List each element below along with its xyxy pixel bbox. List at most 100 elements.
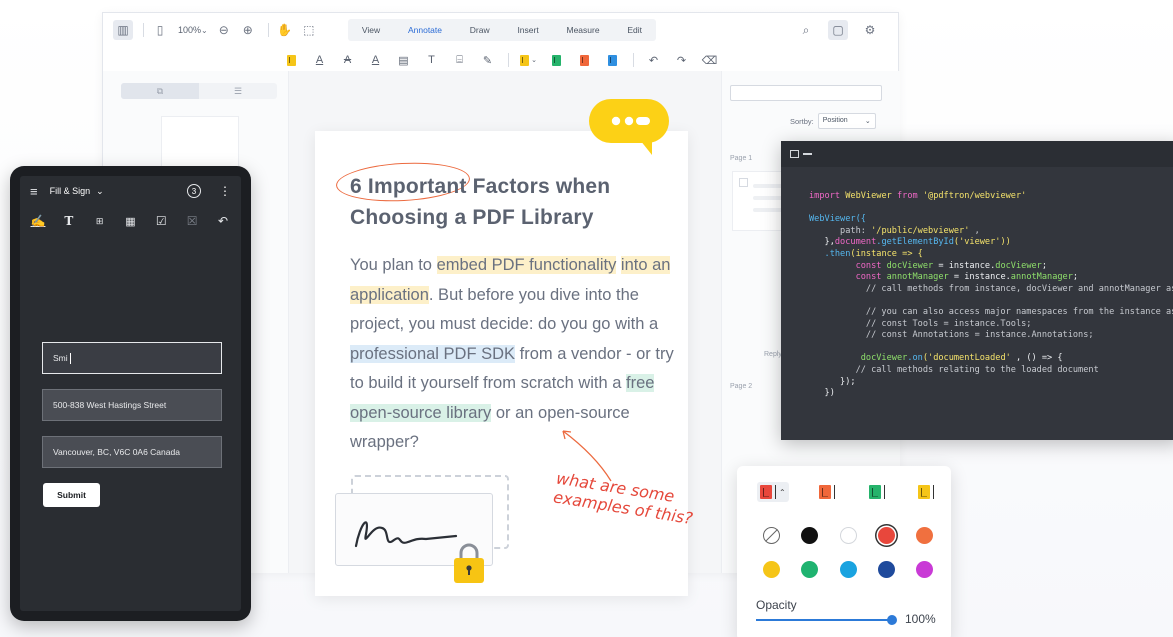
chevron-up-icon: ⌃ [779, 487, 786, 497]
mobile-toolbar: ✍ T ⊞ ▦ ☑ ☒ ↶ [20, 206, 241, 236]
code-token: WebViewer({ [809, 214, 866, 225]
swatch-black[interactable] [801, 527, 819, 544]
thumbnails-tab-icon[interactable]: ⧉ [121, 83, 199, 99]
tab-annotate[interactable]: Annotate [408, 25, 442, 35]
toolbar-divider [267, 23, 269, 37]
outline-tab-icon[interactable]: ☰ [199, 83, 277, 99]
mobile-title-text: Fill & Sign [49, 185, 91, 196]
tab-insert[interactable]: Insert [517, 25, 538, 35]
highlight-green-icon[interactable] [546, 51, 568, 69]
reply-label[interactable]: Reply [764, 351, 782, 358]
chevron-down-icon: ⌄ [864, 118, 871, 125]
comment-bubble-icon[interactable] [588, 98, 670, 156]
zoom-out-icon[interactable]: ⊖ [214, 20, 234, 40]
maximize-icon[interactable] [790, 150, 799, 158]
notes-search-input[interactable] [730, 85, 882, 101]
text-tool-icon[interactable]: T [61, 214, 77, 228]
code-token: (instance => { [850, 248, 923, 259]
swatch-sky-blue[interactable] [839, 561, 857, 578]
panel-toggle-icon[interactable]: ▥ [113, 20, 133, 40]
code-token: document [834, 237, 877, 248]
opacity-value: 100% [905, 612, 936, 626]
pan-tool-icon[interactable]: ✋ [275, 20, 295, 40]
page-count-badge[interactable]: 3 [187, 184, 201, 198]
street-input[interactable]: 500-838 West Hastings Street [42, 389, 222, 421]
style-preset-green[interactable] [866, 482, 888, 502]
text-field-icon[interactable]: ⊞ [92, 216, 108, 227]
undo-icon[interactable]: ↶ [643, 51, 665, 69]
highlight-orange-icon[interactable] [574, 51, 596, 69]
highlight-yellow-icon[interactable]: ⌄ [518, 51, 540, 69]
swatch-green[interactable] [801, 561, 819, 578]
mobile-title[interactable]: Fill & Sign ⌄ [50, 186, 187, 197]
tab-measure[interactable]: Measure [567, 25, 600, 35]
style-preset-orange[interactable] [816, 482, 838, 502]
code-token: '@pdftron/webviewer' [917, 191, 1027, 201]
strikeout-tool-icon[interactable]: A [337, 51, 359, 69]
squiggly-tool-icon[interactable]: A [365, 51, 387, 69]
code-comment: // you can also access major namespaces … [865, 306, 1173, 317]
minimize-icon[interactable] [803, 153, 812, 155]
style-preset-red[interactable]: ⌃ [757, 482, 789, 502]
settings-icon[interactable]: ⚙ [860, 20, 880, 40]
highlight-tool-icon[interactable] [281, 51, 303, 69]
swatch-red[interactable] [877, 527, 895, 544]
highlight-blue[interactable]: professional PDF SDK [350, 344, 516, 363]
freehand-tool-icon[interactable]: ✎ [477, 51, 499, 69]
hamburger-menu-icon[interactable]: ≡ [30, 184, 38, 199]
submit-button[interactable]: Submit [43, 483, 100, 507]
zoom-in-icon[interactable]: ⊕ [238, 20, 258, 40]
undo-icon[interactable]: ↶ [215, 214, 231, 228]
code-token: docViewer [809, 353, 908, 364]
body-text: You plan to [350, 256, 437, 274]
cross-field-icon[interactable]: ☒ [184, 214, 200, 228]
swatch-transparent[interactable] [763, 527, 780, 544]
code-token: docViewer [881, 260, 934, 271]
code-token: , () => { [1010, 353, 1063, 364]
zoom-dropdown-icon[interactable]: ⌄ [201, 26, 208, 35]
city-input[interactable]: Vancouver, BC, V6C 0A6 Canada [42, 436, 222, 468]
toolbar-divider [507, 53, 509, 67]
search-icon[interactable]: ⌕ [796, 20, 816, 40]
comment-tool-icon[interactable]: ▤ [393, 51, 415, 69]
callout-tool-icon[interactable]: ⌸ [449, 51, 471, 69]
title-line-1: 6 Important Factors when [350, 175, 611, 198]
code-token: .then [809, 248, 851, 259]
swatch-yellow[interactable] [763, 561, 780, 578]
note-checkbox[interactable] [739, 178, 748, 187]
name-input-value: Smi [53, 353, 68, 363]
document-view-icon[interactable]: ▯ [150, 20, 170, 40]
document-title: 6 Important Factors when Choosing a PDF … [350, 171, 670, 233]
page-1-label: Page 1 [730, 155, 753, 162]
code-token: .getElementById [876, 237, 954, 248]
select-tool-icon[interactable]: ⬚ [299, 20, 319, 40]
swatch-white[interactable] [839, 527, 857, 544]
opacity-slider[interactable] [756, 619, 894, 621]
sort-label: Sortby: [790, 116, 814, 126]
code-token: }, [809, 237, 835, 248]
swatch-navy[interactable] [877, 561, 895, 578]
more-options-icon[interactable]: ⋮ [219, 184, 231, 198]
date-field-icon[interactable]: ▦ [122, 215, 138, 228]
comments-panel-icon[interactable]: ▢ [828, 20, 848, 40]
opacity-slider-handle[interactable] [887, 615, 897, 625]
zoom-level[interactable]: 100% [178, 25, 201, 35]
name-input[interactable]: Smi [42, 342, 222, 374]
tab-draw[interactable]: Draw [470, 25, 490, 35]
style-preset-yellow[interactable] [915, 482, 937, 502]
eraser-icon[interactable]: ⌫ [699, 51, 721, 69]
toolbar-divider [143, 23, 144, 37]
swatch-orange[interactable] [916, 527, 933, 544]
underline-tool-icon[interactable]: A [309, 51, 331, 69]
redo-icon[interactable]: ↷ [671, 51, 693, 69]
signature-tool-icon[interactable]: ✍ [30, 214, 46, 228]
code-snippet: import WebViewer from '@pdftron/webviewe… [809, 191, 1173, 400]
tab-edit[interactable]: Edit [627, 25, 642, 35]
sort-select[interactable]: Position ⌄ [817, 113, 876, 129]
freetext-tool-icon[interactable]: T [421, 51, 443, 69]
highlight-yellow[interactable]: embed PDF functionality [436, 256, 617, 274]
highlight-blue-icon[interactable] [602, 51, 624, 69]
checkbox-field-icon[interactable]: ☑ [153, 214, 169, 228]
swatch-magenta[interactable] [916, 561, 933, 578]
tab-view[interactable]: View [362, 25, 380, 35]
